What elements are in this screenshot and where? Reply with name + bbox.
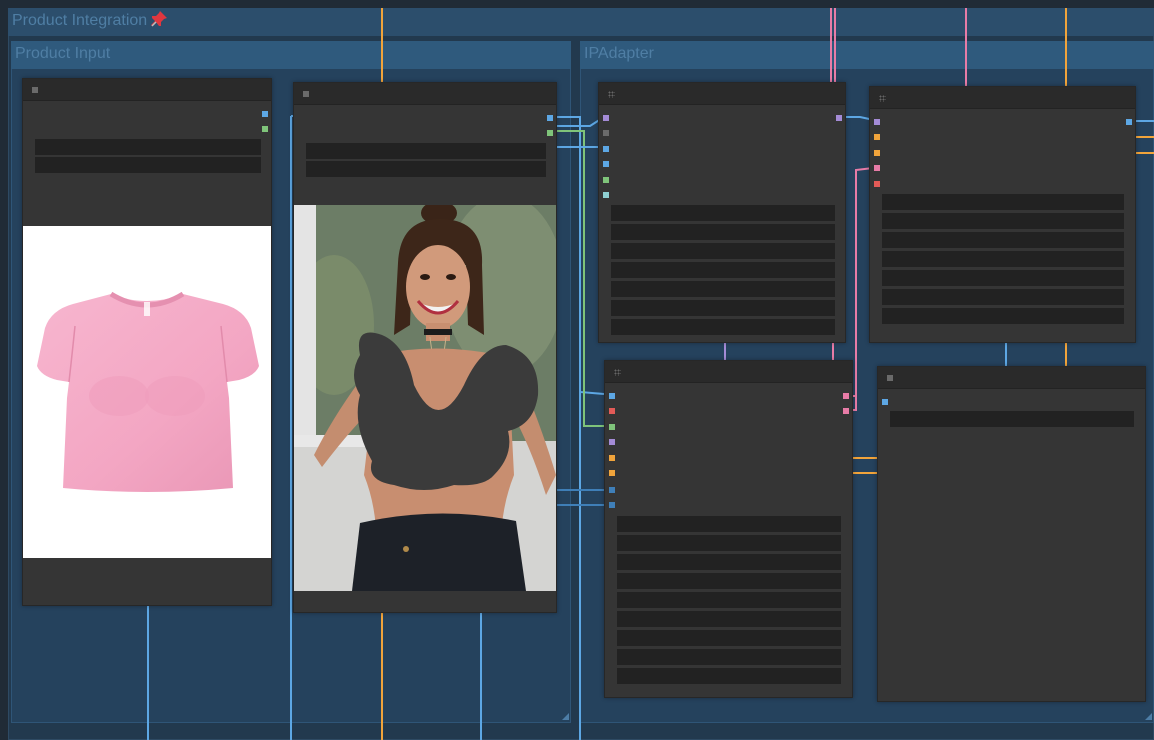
node-ipadapter-loader[interactable] <box>598 82 846 343</box>
node-widget[interactable] <box>617 592 841 608</box>
node-widget[interactable] <box>882 232 1124 248</box>
node-widget[interactable] <box>890 411 1134 427</box>
node-widget[interactable] <box>611 262 835 278</box>
node-widget[interactable] <box>882 194 1124 210</box>
input-slot[interactable] <box>609 470 615 476</box>
output-slot-mask[interactable] <box>547 130 553 136</box>
node-header[interactable] <box>599 83 845 105</box>
input-slot[interactable] <box>603 161 609 167</box>
input-slot[interactable] <box>603 130 609 136</box>
node-widget[interactable] <box>882 308 1124 324</box>
node-widget[interactable] <box>882 289 1124 305</box>
node-grip-icon[interactable] <box>608 91 615 98</box>
node-widget[interactable] <box>611 224 835 240</box>
node-load-person-image[interactable] <box>293 82 557 613</box>
node-widget[interactable] <box>882 270 1124 286</box>
node-widget[interactable] <box>611 319 835 335</box>
output-slot-mask[interactable] <box>262 126 268 132</box>
node-header[interactable] <box>23 79 271 101</box>
input-slot[interactable] <box>609 502 615 508</box>
node-header[interactable] <box>878 367 1145 389</box>
input-slot[interactable] <box>874 165 880 171</box>
node-widget[interactable] <box>617 668 841 684</box>
node-widget[interactable] <box>611 281 835 297</box>
output-slot-image[interactable] <box>262 111 268 117</box>
input-slot[interactable] <box>609 487 615 493</box>
node-header[interactable] <box>294 83 556 105</box>
input-slot[interactable] <box>874 119 880 125</box>
input-slot[interactable] <box>882 399 888 405</box>
node-grip-icon[interactable] <box>614 369 621 376</box>
node-widget[interactable] <box>306 143 546 159</box>
input-slot[interactable] <box>603 177 609 183</box>
node-widget[interactable] <box>306 161 546 177</box>
input-slot[interactable] <box>874 150 880 156</box>
node-widget[interactable] <box>617 630 841 646</box>
node-grip-icon[interactable] <box>879 95 886 102</box>
node-widget[interactable] <box>617 573 841 589</box>
masked-person-image <box>294 205 556 591</box>
input-slot[interactable] <box>603 115 609 121</box>
pink-crop-top-image <box>37 291 259 492</box>
output-slot[interactable] <box>843 393 849 399</box>
node-widget[interactable] <box>611 205 835 221</box>
node-widget[interactable] <box>611 243 835 259</box>
node-ipadapter-apply[interactable] <box>869 86 1136 343</box>
output-slot[interactable] <box>836 115 842 121</box>
collapse-toggle-icon[interactable] <box>32 87 38 93</box>
node-ipadapter-advanced[interactable] <box>604 360 853 698</box>
node-header[interactable] <box>605 361 852 383</box>
link-wire-blue <box>556 116 605 395</box>
output-slot-image[interactable] <box>547 115 553 121</box>
node-widget[interactable] <box>882 213 1124 229</box>
node-widget[interactable] <box>882 251 1124 267</box>
product-preview-image <box>23 226 271 558</box>
input-slot[interactable] <box>609 455 615 461</box>
input-slot[interactable] <box>609 393 615 399</box>
collapse-toggle-icon[interactable] <box>303 91 309 97</box>
input-slot[interactable] <box>609 439 615 445</box>
node-widget[interactable] <box>35 157 261 173</box>
node-widget[interactable] <box>617 516 841 532</box>
output-slot[interactable] <box>1126 119 1132 125</box>
node-header[interactable] <box>870 87 1135 109</box>
node-preview-output[interactable] <box>877 366 1146 702</box>
node-widget[interactable] <box>617 611 841 627</box>
node-widget[interactable] <box>617 535 841 551</box>
node-graph-canvas[interactable]: Product Integration Product Input IPAdap… <box>0 0 1154 740</box>
node-widget[interactable] <box>617 649 841 665</box>
input-slot[interactable] <box>609 424 615 430</box>
input-slot[interactable] <box>603 192 609 198</box>
node-widget[interactable] <box>617 554 841 570</box>
collapse-toggle-icon[interactable] <box>887 375 893 381</box>
output-slot[interactable] <box>843 408 849 414</box>
input-slot[interactable] <box>609 408 615 414</box>
input-slot[interactable] <box>874 181 880 187</box>
node-widget[interactable] <box>35 139 261 155</box>
person-preview-image <box>294 205 556 591</box>
node-widget[interactable] <box>611 300 835 316</box>
input-slot[interactable] <box>603 146 609 152</box>
input-slot[interactable] <box>874 134 880 140</box>
node-load-product-image[interactable] <box>22 78 272 606</box>
